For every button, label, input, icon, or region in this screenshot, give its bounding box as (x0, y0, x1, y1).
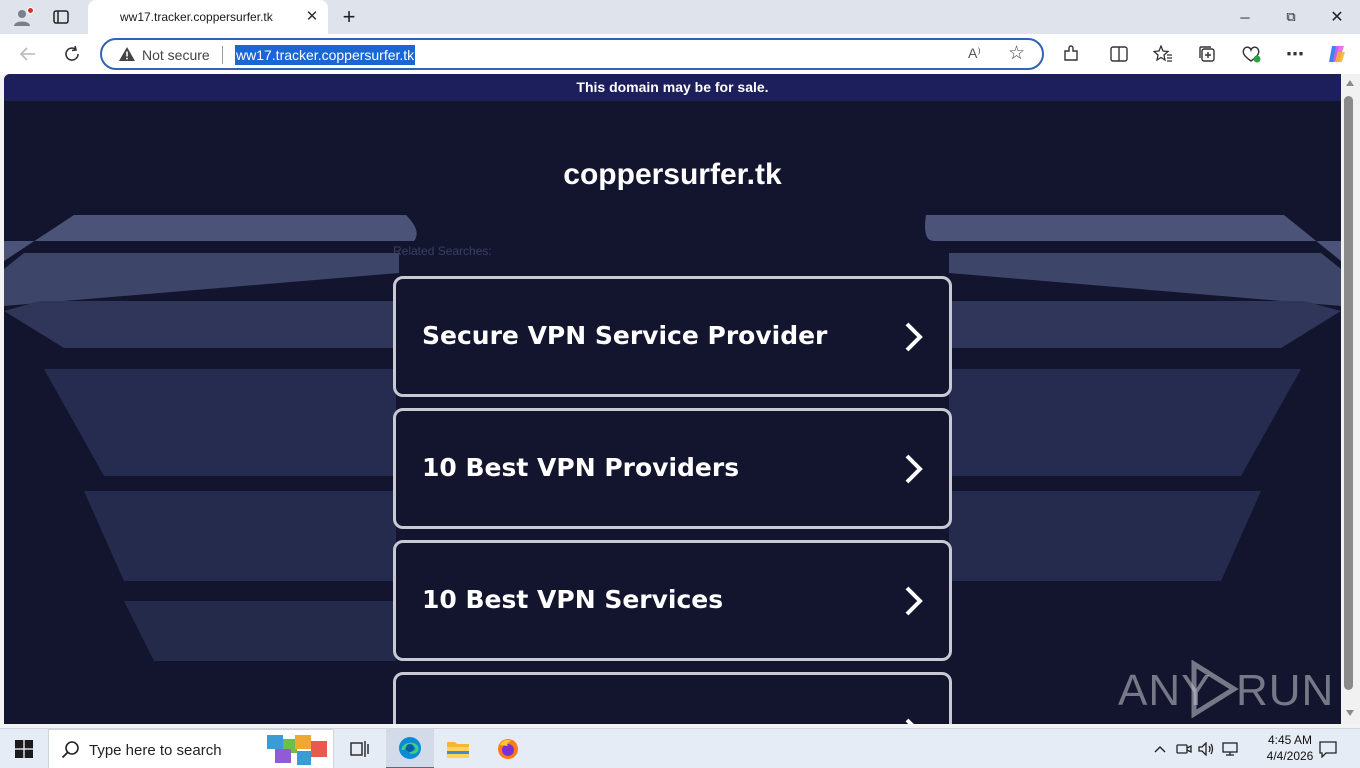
address-bar[interactable]: Not secure ww17.tracker.coppersurfer.tk … (100, 38, 1044, 70)
extensions-icon[interactable] (1058, 42, 1084, 66)
window-close-button[interactable]: ✕ (1314, 0, 1360, 34)
related-search-link[interactable]: 10 Best VPN Services (393, 540, 952, 661)
security-status[interactable]: Not secure (142, 47, 210, 63)
bg-shape (949, 253, 1341, 306)
copilot-icon[interactable] (1324, 42, 1350, 66)
chevron-right-icon (905, 454, 923, 484)
page-scrollbar[interactable] (1341, 74, 1360, 724)
tab-title: ww17.tracker.coppersurfer.tk (120, 10, 273, 24)
search-placeholder: Type here to search (89, 742, 222, 759)
browser-toolbar: Not secure ww17.tracker.coppersurfer.tk … (0, 34, 1360, 74)
bg-shape (4, 253, 399, 306)
chevron-right-icon (905, 322, 923, 352)
firefox-icon (498, 739, 518, 759)
search-highlight-icon (267, 735, 327, 765)
edge-icon (399, 737, 421, 759)
tab-close-icon[interactable]: ✕ (304, 9, 320, 25)
search-icon (61, 741, 79, 759)
task-view-icon (350, 741, 369, 757)
browser-tab[interactable]: ww17.tracker.coppersurfer.tk ✕ (88, 0, 328, 34)
address-separator (222, 46, 223, 64)
bg-shape (84, 491, 396, 581)
bg-shape (124, 601, 396, 661)
tab-actions-icon[interactable] (48, 6, 74, 28)
related-search-label: 10 Best VPN Providers (422, 453, 740, 482)
domain-for-sale-banner[interactable]: This domain may be for sale. (4, 74, 1341, 101)
warning-icon[interactable] (118, 46, 136, 62)
taskbar-search-box[interactable]: Type here to search (48, 729, 334, 768)
clock-time: 4:45 AM (1267, 733, 1313, 747)
folder-icon (447, 742, 469, 758)
related-search-label: 10 Best VPN Services (422, 585, 724, 614)
network-icon[interactable] (1220, 739, 1240, 759)
profile-avatar-icon[interactable] (8, 5, 36, 29)
related-search-link[interactable]: 10 Best VPN Providers (393, 408, 952, 529)
window-minimize-button[interactable]: ─ (1222, 0, 1268, 34)
collections-icon[interactable] (1194, 42, 1220, 66)
favorite-star-icon[interactable]: ☆ (1008, 42, 1025, 65)
browser-essentials-icon[interactable] (1238, 42, 1264, 66)
chevron-right-icon (905, 586, 923, 616)
title-bar: ww17.tracker.coppersurfer.tk ✕ + ─ ⧉ ✕ (0, 0, 1360, 34)
new-tab-button[interactable]: + (336, 4, 362, 30)
scroll-thumb[interactable] (1344, 96, 1353, 690)
bg-shape (44, 369, 396, 476)
bg-shape (949, 369, 1301, 476)
windows-logo-icon (15, 740, 33, 758)
domain-title: coppersurfer.tk (563, 158, 782, 191)
tray-overflow-chevron-icon[interactable] (1150, 739, 1170, 759)
read-aloud-icon[interactable]: A⁾ (968, 45, 981, 62)
scroll-down-arrow-icon[interactable] (1346, 710, 1354, 716)
favorites-icon[interactable] (1150, 42, 1176, 66)
notifications-icon[interactable] (1318, 739, 1338, 759)
system-clock[interactable]: 4:45 AM 4/4/2026 (1262, 732, 1318, 764)
start-button[interactable] (0, 729, 48, 768)
url-text[interactable]: ww17.tracker.coppersurfer.tk (235, 45, 416, 65)
related-search-link[interactable] (393, 672, 952, 724)
bg-shape (949, 491, 1261, 581)
anyrun-watermark: ANY RUN (1118, 658, 1333, 718)
bg-shape (949, 301, 1341, 348)
volume-icon[interactable] (1196, 739, 1216, 759)
notification-dot (27, 7, 34, 14)
scroll-up-arrow-icon[interactable] (1346, 80, 1354, 86)
watermark-right-text: RUN (1236, 666, 1335, 715)
reload-button[interactable] (58, 41, 86, 67)
split-screen-icon[interactable] (1106, 42, 1132, 66)
related-search-link[interactable]: Secure VPN Service Provider (393, 276, 952, 397)
windows-taskbar: Type here to search 4:45 AM 4/4/2026 (0, 728, 1360, 768)
window-restore-button[interactable]: ⧉ (1268, 0, 1314, 34)
related-search-label: Secure VPN Service Provider (422, 321, 828, 350)
taskbar-edge-button[interactable] (386, 729, 434, 768)
chevron-right-icon (905, 718, 914, 724)
meet-now-icon[interactable] (1174, 739, 1194, 759)
related-searches-label: Related Searches: (393, 244, 492, 258)
clock-date: 4/4/2026 (1266, 749, 1314, 763)
taskbar-firefox-button[interactable] (484, 729, 532, 768)
more-options-icon[interactable]: ⋯ (1282, 42, 1308, 66)
task-view-button[interactable] (336, 729, 384, 768)
page-viewport: This domain may be for sale. coppersurfe… (4, 74, 1341, 724)
back-button[interactable] (14, 41, 42, 67)
play-logo-icon (1191, 660, 1239, 718)
bg-shape (4, 301, 396, 348)
taskbar-file-explorer-button[interactable] (434, 729, 482, 768)
